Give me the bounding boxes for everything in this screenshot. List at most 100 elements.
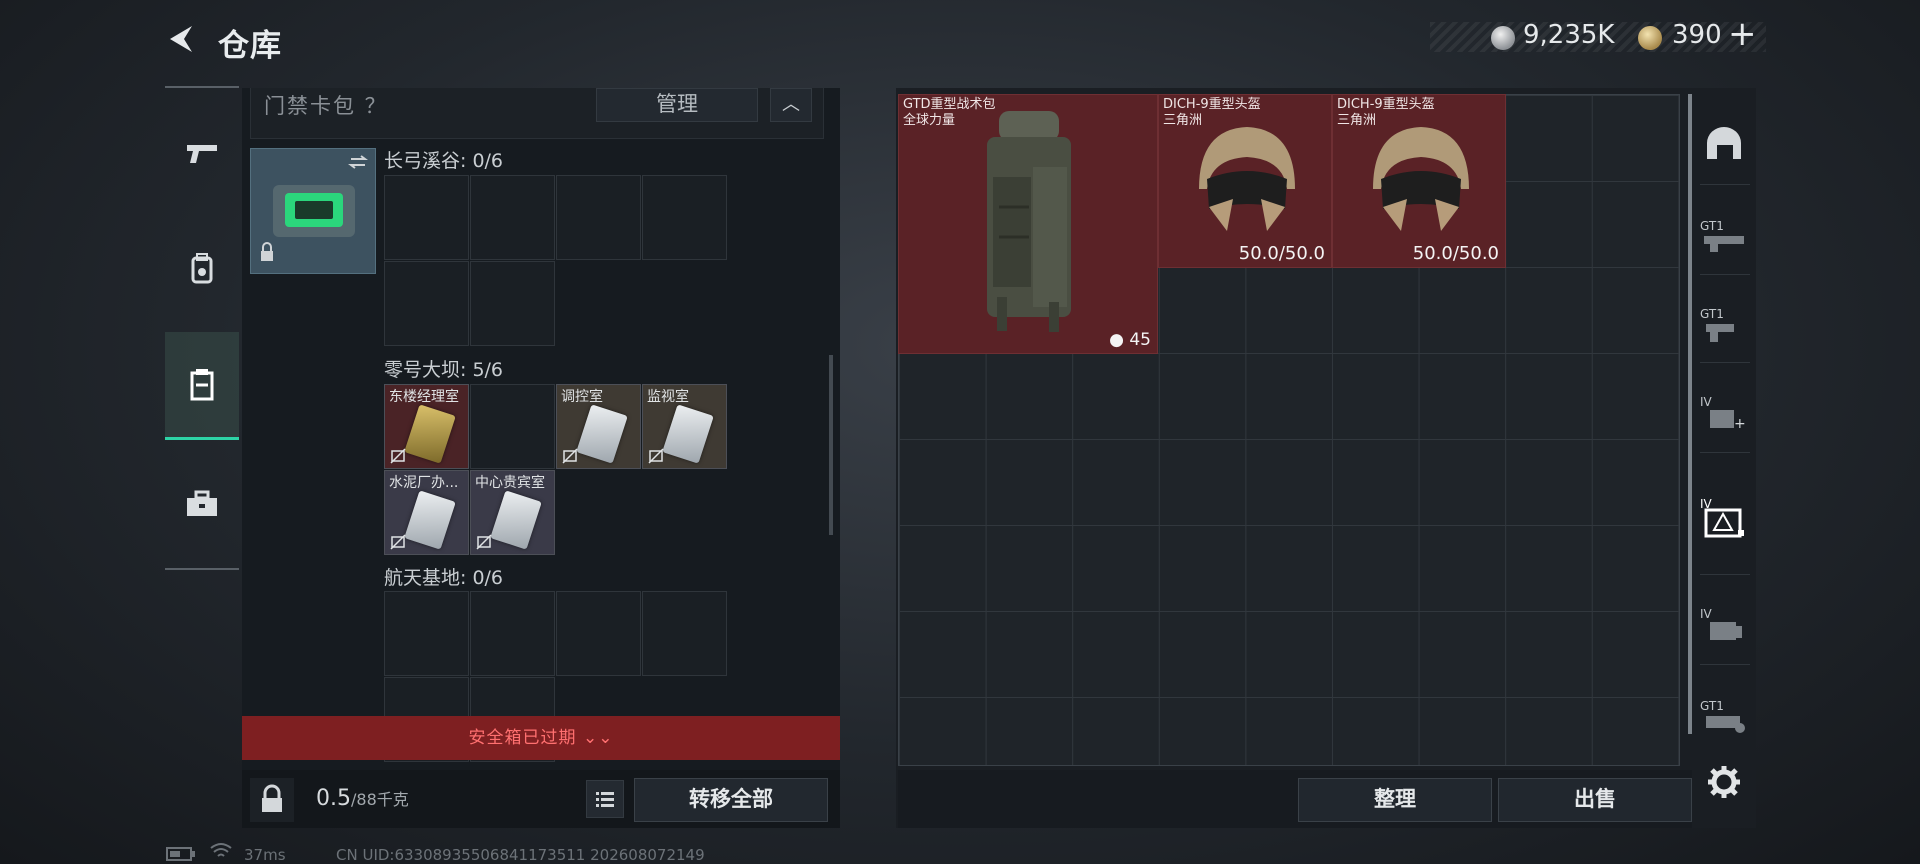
empty-card-slot[interactable]	[384, 175, 469, 260]
uid-text: CN UID:63308935506841173511 202608072149	[336, 846, 705, 864]
list-view-button[interactable]	[586, 780, 624, 818]
svg-text:IV: IV	[1700, 607, 1713, 621]
gun-icon	[187, 145, 217, 163]
backpack-image	[987, 111, 1071, 332]
capacity-value: 45	[1129, 330, 1151, 350]
no-transfer-icon	[390, 448, 406, 464]
silver-amount: 9,235K	[1523, 20, 1615, 50]
side-divider	[1700, 574, 1750, 575]
weight-icon: ●	[1109, 330, 1124, 350]
keycard-image	[662, 404, 714, 464]
no-transfer-icon	[476, 534, 492, 550]
empty-card-slot[interactable]	[470, 384, 555, 469]
gt1-misc-icon[interactable]: GT1	[1696, 688, 1752, 744]
gt1-weapon-icon[interactable]: GT1	[1696, 208, 1752, 264]
tab-equipment[interactable]	[165, 215, 239, 323]
empty-card-slot[interactable]	[556, 591, 641, 676]
durability: 50.0/50.0	[1412, 243, 1499, 264]
weight-value: 0.5	[316, 786, 351, 811]
item-name: DICH-9重型头盔	[1163, 97, 1261, 112]
tab-containers[interactable]	[165, 332, 239, 440]
side-divider	[1700, 274, 1750, 275]
section-title-linghao: 零号大坝: 5/6	[384, 359, 504, 381]
organize-button[interactable]: 整理	[1298, 778, 1492, 822]
transfer-all-button[interactable]: 转移全部	[634, 778, 828, 822]
left-scrollbar[interactable]	[829, 355, 833, 535]
lock-button[interactable]	[250, 778, 294, 822]
add-currency-button[interactable]: +	[1728, 14, 1757, 54]
lock-icon	[262, 784, 282, 812]
side-divider	[1700, 362, 1750, 363]
sell-button[interactable]: 出售	[1498, 778, 1692, 822]
helmet-image	[1373, 127, 1469, 231]
helmet-image	[1199, 127, 1295, 231]
stash-item-helmet-1[interactable]: DICH-9重型头盔 三角洲 50.0/50.0	[1158, 94, 1332, 268]
empty-card-slot[interactable]	[470, 175, 555, 260]
iv-armor-icon[interactable]: IV +	[1696, 384, 1752, 440]
iv-backpack-icon[interactable]: IV	[1696, 596, 1752, 652]
keycard-item[interactable]: 东楼经理室	[384, 384, 469, 469]
back-arrow-icon[interactable]	[164, 22, 198, 56]
keycard-image	[404, 404, 456, 464]
keycard-item[interactable]: 调控室	[556, 384, 641, 469]
side-divider	[1700, 664, 1750, 665]
tab-divider	[165, 568, 239, 570]
item-name: DICH-9重型头盔	[1337, 97, 1435, 112]
empty-card-slot[interactable]	[384, 591, 469, 676]
section-title-hangtian: 航天基地: 0/6	[384, 567, 504, 589]
toolbox-icon	[187, 490, 217, 516]
ping-text: 37ms	[244, 846, 286, 864]
keycard-case-thumbnail[interactable]	[250, 148, 376, 274]
manage-button[interactable]: 管理	[596, 88, 758, 122]
empty-card-slot[interactable]	[384, 261, 469, 346]
container-icon	[190, 368, 214, 400]
tab-divider	[165, 86, 239, 88]
keycard-item[interactable]: 水泥厂办...	[384, 470, 469, 555]
helmet-slot-icon[interactable]	[1696, 116, 1752, 172]
svg-text:+: +	[1734, 416, 1746, 432]
side-divider	[1700, 452, 1750, 453]
keycard-label: 中心贵宾室	[475, 475, 545, 491]
empty-card-slot[interactable]	[470, 591, 555, 676]
empty-card-slot[interactable]	[470, 261, 555, 346]
chevron-up-icon: ︿	[782, 94, 800, 115]
side-divider	[1700, 184, 1750, 185]
empty-card-slot[interactable]	[642, 591, 727, 676]
gold-coin-icon	[1638, 26, 1662, 50]
keycard-item[interactable]: 中心贵宾室	[470, 470, 555, 555]
keycard-label: 水泥厂办...	[389, 475, 459, 491]
capacity-badge: ● 45	[1109, 330, 1151, 350]
durability: 50.0/50.0	[1238, 243, 1325, 264]
page-title: 仓库	[218, 28, 282, 64]
settings-icon[interactable]	[1696, 754, 1752, 810]
wifi-icon	[210, 843, 232, 857]
svg-text:GT1: GT1	[1700, 219, 1724, 233]
keycard-pack-label[interactable]: 门禁卡包 ？	[264, 90, 388, 120]
empty-card-slot[interactable]	[556, 175, 641, 260]
no-transfer-icon	[562, 448, 578, 464]
weight-indicator: 0.5/88千克	[316, 786, 409, 811]
gt1-pistol-icon[interactable]: GT1	[1696, 296, 1752, 352]
no-transfer-icon	[390, 534, 406, 550]
keycard-case-icon	[261, 155, 368, 261]
battery-icon	[166, 847, 195, 861]
keycard-image	[404, 490, 456, 550]
keycard-label: 调控室	[561, 389, 603, 405]
keycard-image	[490, 490, 542, 550]
keycard-item[interactable]: 监视室	[642, 384, 727, 469]
silver-coin-icon	[1491, 26, 1515, 50]
tab-toolbox[interactable]	[165, 450, 239, 558]
chevron-down-icon: ⌄⌄	[582, 728, 614, 748]
svg-text:GT1: GT1	[1700, 307, 1724, 321]
stash-item-helmet-2[interactable]: DICH-9重型头盔 三角洲 50.0/50.0	[1332, 94, 1506, 268]
safe-box-expired-banner[interactable]: 安全箱已过期 ⌄⌄	[242, 716, 840, 760]
keycard-label: 监视室	[647, 389, 689, 405]
collapse-button[interactable]: ︿	[770, 88, 812, 122]
stash-item-backpack[interactable]: GTD重型战术包 全球力量 ● 45	[898, 94, 1158, 354]
right-scrollbar[interactable]	[1688, 94, 1692, 734]
keycard-label: 东楼经理室	[389, 389, 459, 405]
tab-weapons[interactable]	[165, 100, 239, 208]
iv-container-icon[interactable]: IV	[1696, 490, 1752, 546]
list-icon	[596, 792, 614, 807]
empty-card-slot[interactable]	[642, 175, 727, 260]
